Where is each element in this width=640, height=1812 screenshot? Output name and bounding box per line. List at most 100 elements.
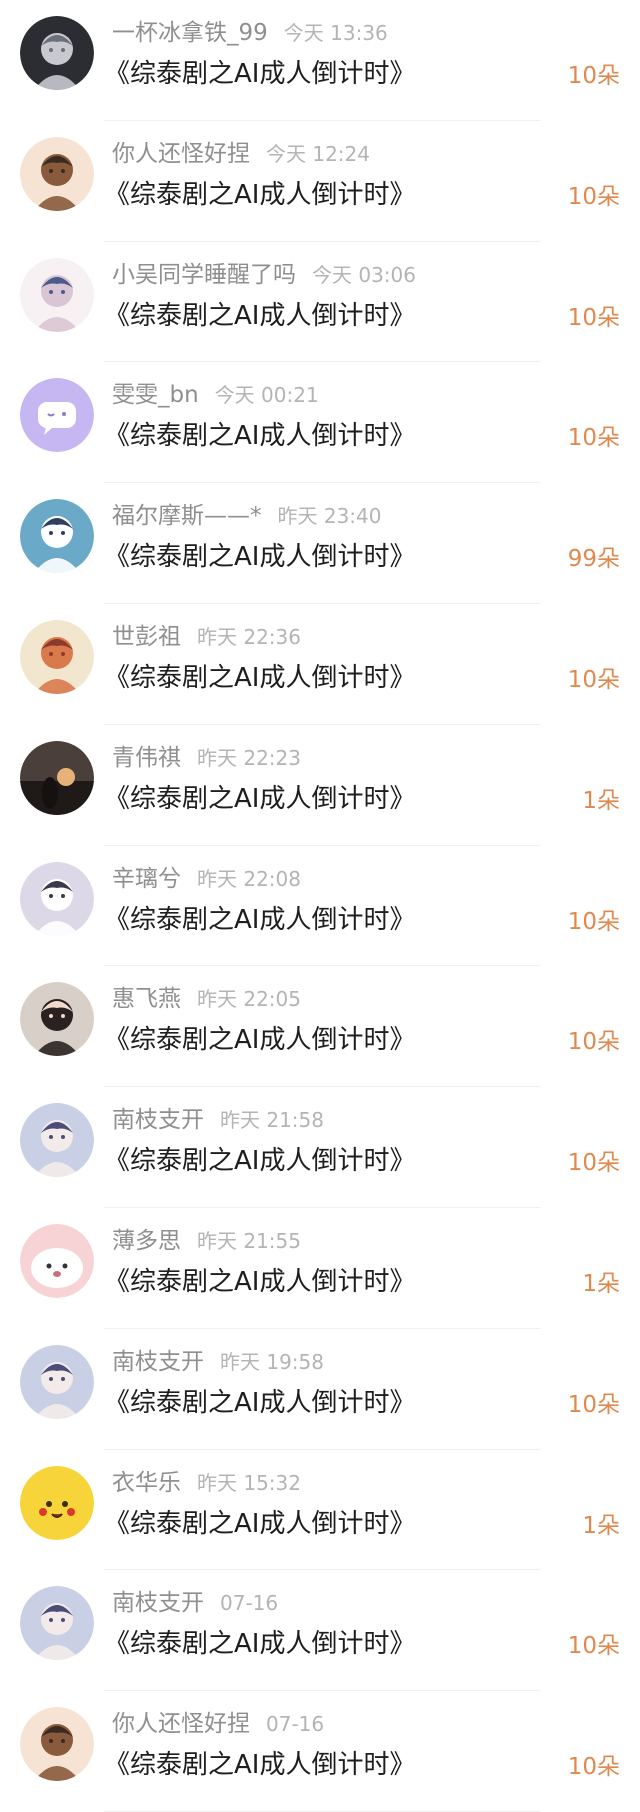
record-meta: 惠飞燕 昨天 22:05	[112, 982, 301, 1016]
book-title[interactable]: 《综泰剧之AI成人倒计时》	[104, 1383, 415, 1423]
user-name[interactable]: 南枝支开	[112, 1349, 204, 1375]
gift-record-row[interactable]: 南枝支开 昨天 21:58 《综泰剧之AI成人倒计时》 10朵	[0, 1087, 640, 1208]
gift-record-list: 一杯冰拿铁_99 今天 13:36 《综泰剧之AI成人倒计时》 10朵 你人还怪好…	[0, 0, 640, 1812]
gift-record-row[interactable]: 薄多思 昨天 21:55 《综泰剧之AI成人倒计时》 1朵	[0, 1208, 640, 1329]
user-avatar[interactable]	[20, 1707, 94, 1782]
gift-record-row[interactable]: 福尔摩斯——* 昨天 23:40 《综泰剧之AI成人倒计时》 99朵	[0, 483, 640, 604]
user-avatar[interactable]	[20, 1465, 94, 1540]
book-title[interactable]: 《综泰剧之AI成人倒计时》	[104, 296, 415, 336]
record-time: 昨天 15:32	[197, 1470, 301, 1495]
user-name[interactable]: 你人还怪好捏	[112, 141, 250, 167]
book-title[interactable]: 《综泰剧之AI成人倒计时》	[104, 1624, 415, 1664]
book-title[interactable]: 《综泰剧之AI成人倒计时》	[104, 1745, 415, 1785]
book-title[interactable]: 《综泰剧之AI成人倒计时》	[104, 416, 415, 456]
user-name[interactable]: 衣华乐	[112, 1470, 181, 1496]
gift-amount: 1朵	[582, 1512, 620, 1539]
book-title[interactable]: 《综泰剧之AI成人倒计时》	[104, 1262, 415, 1302]
gift-amount: 10朵	[567, 908, 620, 935]
user-avatar[interactable]	[20, 16, 94, 90]
gift-record-row[interactable]: 惠飞燕 昨天 22:05 《综泰剧之AI成人倒计时》 10朵	[0, 966, 640, 1088]
gift-record-row[interactable]: 雯雯_bn 今天 00:21 《综泰剧之AI成人倒计时》 10朵	[0, 362, 640, 484]
record-time: 昨天 22:05	[197, 987, 301, 1012]
user-name[interactable]: 雯雯_bn	[112, 382, 199, 408]
record-meta: 一杯冰拿铁_99 今天 13:36	[112, 16, 388, 50]
user-name[interactable]: 小吴同学睡醒了吗	[112, 262, 296, 288]
user-avatar[interactable]	[20, 136, 94, 211]
gift-record-row[interactable]: 一杯冰拿铁_99 今天 13:36 《综泰剧之AI成人倒计时》 10朵	[0, 0, 640, 121]
user-avatar[interactable]	[20, 619, 94, 694]
book-title[interactable]: 《综泰剧之AI成人倒计时》	[104, 54, 415, 94]
record-time: 07-16	[220, 1591, 279, 1616]
book-title[interactable]: 《综泰剧之AI成人倒计时》	[104, 1141, 415, 1181]
user-avatar[interactable]	[20, 1586, 94, 1661]
user-name[interactable]: 一杯冰拿铁_99	[112, 20, 268, 46]
user-name[interactable]: 你人还怪好捏	[112, 1711, 250, 1737]
gift-record-row[interactable]: 衣华乐 昨天 15:32 《综泰剧之AI成人倒计时》 1朵	[0, 1450, 640, 1571]
record-meta: 福尔摩斯——* 昨天 23:40	[112, 499, 382, 533]
gift-amount: 10朵	[567, 1029, 620, 1056]
user-name[interactable]: 辛璃兮	[112, 866, 181, 892]
user-name[interactable]: 世彭祖	[112, 624, 181, 650]
book-title[interactable]: 《综泰剧之AI成人倒计时》	[104, 537, 415, 577]
record-meta: 你人还怪好捏 07-16	[112, 1707, 324, 1741]
user-name[interactable]: 南枝支开	[112, 1590, 204, 1616]
record-time: 昨天 23:40	[277, 504, 382, 529]
record-meta: 南枝支开 昨天 21:58	[112, 1103, 324, 1137]
pink-blob-avatar	[20, 1223, 94, 1298]
illustrated-girl-avatar	[20, 861, 94, 936]
record-meta: 辛璃兮 昨天 22:08	[112, 862, 301, 896]
record-meta: 青伟祺 昨天 22:23	[112, 741, 301, 775]
record-meta: 小吴同学睡醒了吗 今天 03:06	[112, 258, 416, 292]
record-meta: 你人还怪好捏 今天 12:24	[112, 137, 370, 171]
user-avatar[interactable]	[20, 1223, 94, 1298]
record-time: 昨天 19:58	[220, 1349, 324, 1374]
anime-boy-eyes-avatar	[20, 1707, 94, 1782]
record-meta: 南枝支开 昨天 19:58	[112, 1345, 324, 1379]
gift-record-row[interactable]: 小吴同学睡醒了吗 今天 03:06 《综泰剧之AI成人倒计时》 10朵	[0, 242, 640, 363]
user-name[interactable]: 薄多思	[112, 1228, 181, 1254]
book-title[interactable]: 《综泰剧之AI成人倒计时》	[104, 1020, 415, 1060]
record-meta: 薄多思 昨天 21:55	[112, 1224, 301, 1258]
user-name[interactable]: 青伟祺	[112, 745, 181, 771]
pikachu-avatar	[20, 1465, 94, 1540]
user-avatar[interactable]	[20, 982, 94, 1057]
gift-amount: 10朵	[567, 1391, 620, 1418]
record-meta: 南枝支开 07-16	[112, 1586, 278, 1620]
sketch-girl-avatar	[20, 257, 94, 332]
anime-man-avatar	[20, 1586, 94, 1661]
gift-record-row[interactable]: 世彭祖 昨天 22:36 《综泰剧之AI成人倒计时》 10朵	[0, 604, 640, 725]
gift-amount: 99朵	[567, 546, 620, 573]
user-avatar[interactable]	[20, 1103, 94, 1178]
record-time: 今天 13:36	[283, 21, 388, 45]
book-title[interactable]: 《综泰剧之AI成人倒计时》	[104, 900, 415, 940]
user-avatar[interactable]	[20, 1344, 94, 1419]
gift-record-row[interactable]: 南枝支开 昨天 19:58 《综泰剧之AI成人倒计时》 10朵	[0, 1329, 640, 1450]
user-avatar[interactable]	[20, 378, 94, 453]
anime-man-avatar	[20, 1344, 94, 1419]
user-avatar[interactable]	[20, 861, 94, 936]
gift-amount: 10朵	[567, 63, 620, 89]
book-title[interactable]: 《综泰剧之AI成人倒计时》	[104, 175, 415, 215]
gift-record-row[interactable]: 辛璃兮 昨天 22:08 《综泰剧之AI成人倒计时》 10朵	[0, 846, 640, 967]
gift-amount: 10朵	[567, 183, 620, 210]
book-title[interactable]: 《综泰剧之AI成人倒计时》	[104, 658, 415, 698]
gift-record-row[interactable]: 青伟祺 昨天 22:23 《综泰剧之AI成人倒计时》 1朵	[0, 725, 640, 846]
cartoon-boy-avatar	[20, 619, 94, 694]
portrait-girl-avatar	[20, 982, 94, 1057]
user-avatar[interactable]	[20, 257, 94, 332]
gift-record-row[interactable]: 南枝支开 07-16 《综泰剧之AI成人倒计时》 10朵	[0, 1570, 640, 1692]
gift-amount: 10朵	[567, 304, 620, 331]
gift-record-row[interactable]: 你人还怪好捏 今天 12:24 《综泰剧之AI成人倒计时》 10朵	[0, 121, 640, 242]
anime-boy-eyes-avatar	[20, 136, 94, 211]
record-meta: 世彭祖 昨天 22:36	[112, 620, 301, 654]
gift-record-row[interactable]: 你人还怪好捏 07-16 《综泰剧之AI成人倒计时》 10朵	[0, 1691, 640, 1812]
record-time: 07-16	[266, 1712, 325, 1737]
book-title[interactable]: 《综泰剧之AI成人倒计时》	[104, 1504, 415, 1544]
user-name[interactable]: 福尔摩斯——*	[112, 503, 262, 529]
user-avatar[interactable]	[20, 499, 94, 574]
user-name[interactable]: 惠飞燕	[112, 986, 181, 1012]
user-avatar[interactable]	[20, 740, 94, 815]
user-name[interactable]: 南枝支开	[112, 1107, 204, 1133]
book-title[interactable]: 《综泰剧之AI成人倒计时》	[104, 779, 415, 819]
record-time: 今天 12:24	[266, 141, 370, 166]
